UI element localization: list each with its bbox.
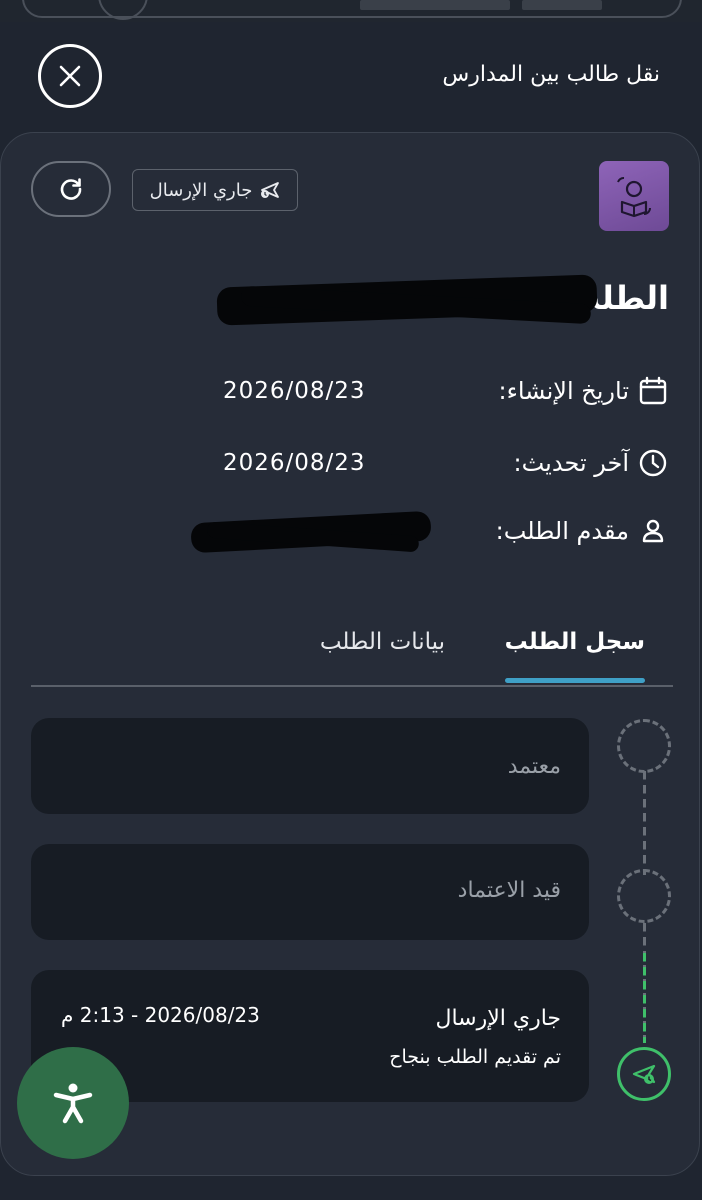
timeline-item-note: تم تقديم الطلب بنجاح xyxy=(389,1046,561,1068)
header: نقل طالب بين المدارس xyxy=(0,40,702,120)
accessibility-button[interactable] xyxy=(17,1047,129,1159)
timeline-item-label: قيد الاعتماد xyxy=(457,878,561,903)
timeline-item-label: جاري الإرسال xyxy=(435,1006,561,1031)
timeline-node-pending xyxy=(617,869,671,923)
created-date: 2026/08/23 xyxy=(223,378,366,404)
timeline-node-done xyxy=(617,1047,671,1101)
info-row-created: تاريخ الإنشاء: 2026/08/23 xyxy=(29,371,669,411)
clock-icon xyxy=(637,447,669,479)
timeline-item-label: معتمد xyxy=(507,754,561,779)
refresh-icon xyxy=(60,178,82,200)
accessibility-icon xyxy=(53,1083,93,1124)
updated-date: 2026/08/23 xyxy=(223,450,366,476)
tab-request-log[interactable]: سجل الطلب xyxy=(504,629,646,683)
status-badge: جاري الإرسال xyxy=(132,169,298,211)
page-title: نقل طالب بين المدارس xyxy=(442,62,660,87)
updated-label: آخر تحديث: xyxy=(513,449,629,477)
applicant-label: مقدم الطلب: xyxy=(495,517,629,545)
banner-text-faded xyxy=(360,0,510,10)
timeline-item-approved: معتمد xyxy=(31,718,589,814)
send-icon xyxy=(632,1064,656,1084)
refresh-button[interactable] xyxy=(31,161,111,217)
student-book-icon xyxy=(599,161,669,231)
timeline-item-datetime: 2026/08/23 - 2:13 م xyxy=(61,1003,260,1027)
tab-request-data[interactable]: بيانات الطلب xyxy=(320,629,445,675)
created-label: تاريخ الإنشاء: xyxy=(498,377,629,405)
status-badge-label: جاري الإرسال xyxy=(149,179,253,201)
close-icon xyxy=(59,65,81,87)
request-card: جاري الإرسال الطلب تاريخ الإنشاء: 2026/0… xyxy=(0,132,700,1176)
timeline-connector xyxy=(643,771,646,875)
timeline-node-pending xyxy=(617,719,671,773)
timeline-item-under-approval: قيد الاعتماد xyxy=(31,844,589,940)
info-row-updated: آخر تحديث: 2026/08/23 xyxy=(29,443,669,483)
banner-logo-faded xyxy=(522,0,602,10)
close-button[interactable] xyxy=(38,44,102,108)
person-icon xyxy=(637,515,669,547)
top-banner xyxy=(0,0,702,22)
timeline-connector-done xyxy=(643,953,646,1043)
send-icon xyxy=(261,182,280,198)
tabs: سجل الطلب بيانات الطلب xyxy=(31,617,673,687)
calendar-icon xyxy=(637,375,669,407)
